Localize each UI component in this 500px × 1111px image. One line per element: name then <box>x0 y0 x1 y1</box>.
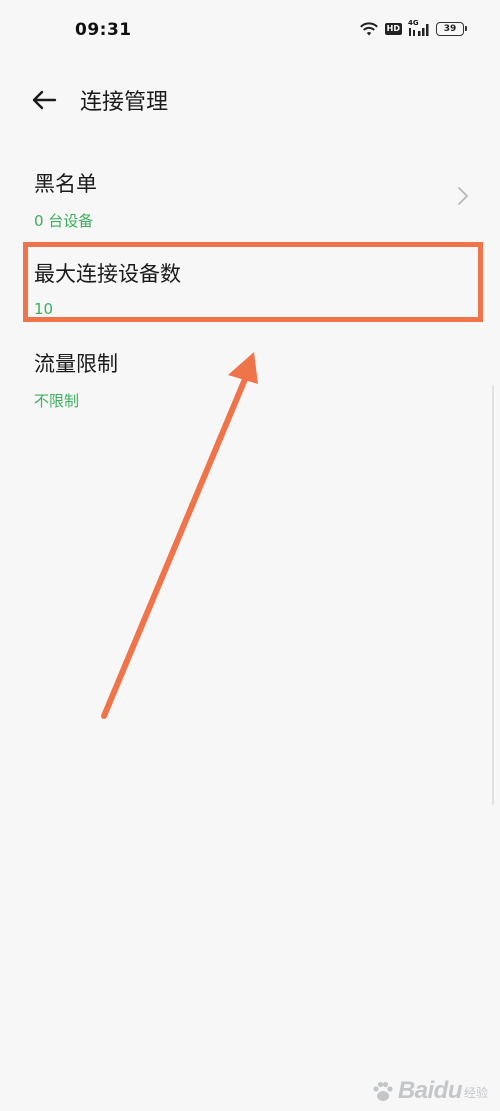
header: 连接管理 <box>0 62 500 136</box>
status-bar: 09:31 HD 4G 39 <box>0 0 500 62</box>
page-title: 连接管理 <box>80 90 169 115</box>
watermark: Baidu 经验 <box>370 1077 488 1105</box>
signal-4g-icon: 4G <box>408 19 430 37</box>
chevron-right-icon <box>458 187 468 205</box>
hd-icon: HD <box>384 23 402 35</box>
item-title: 黑名单 <box>34 172 97 196</box>
item-subtitle: 不限制 <box>34 392 80 410</box>
watermark-text: Baidu <box>397 1077 463 1104</box>
item-title: 流量限制 <box>34 352 118 376</box>
battery-icon: 39 <box>436 22 467 36</box>
scrollbar[interactable] <box>492 385 494 805</box>
item-subtitle: 0 台设备 <box>34 212 94 230</box>
list-item-blacklist[interactable]: 黑名单 0 台设备 <box>0 152 500 242</box>
status-icons: HD 4G 39 <box>359 19 467 37</box>
highlight-box <box>23 242 483 322</box>
paw-icon <box>373 1081 393 1101</box>
watermark-sub: 经验 <box>463 1086 488 1100</box>
back-button[interactable] <box>26 82 62 118</box>
back-arrow-icon <box>32 90 57 110</box>
status-time: 09:31 <box>75 20 132 40</box>
wifi-icon <box>359 22 378 36</box>
battery-level: 39 <box>443 23 457 34</box>
list-item-data-limit[interactable]: 流量限制 不限制 <box>0 332 500 422</box>
